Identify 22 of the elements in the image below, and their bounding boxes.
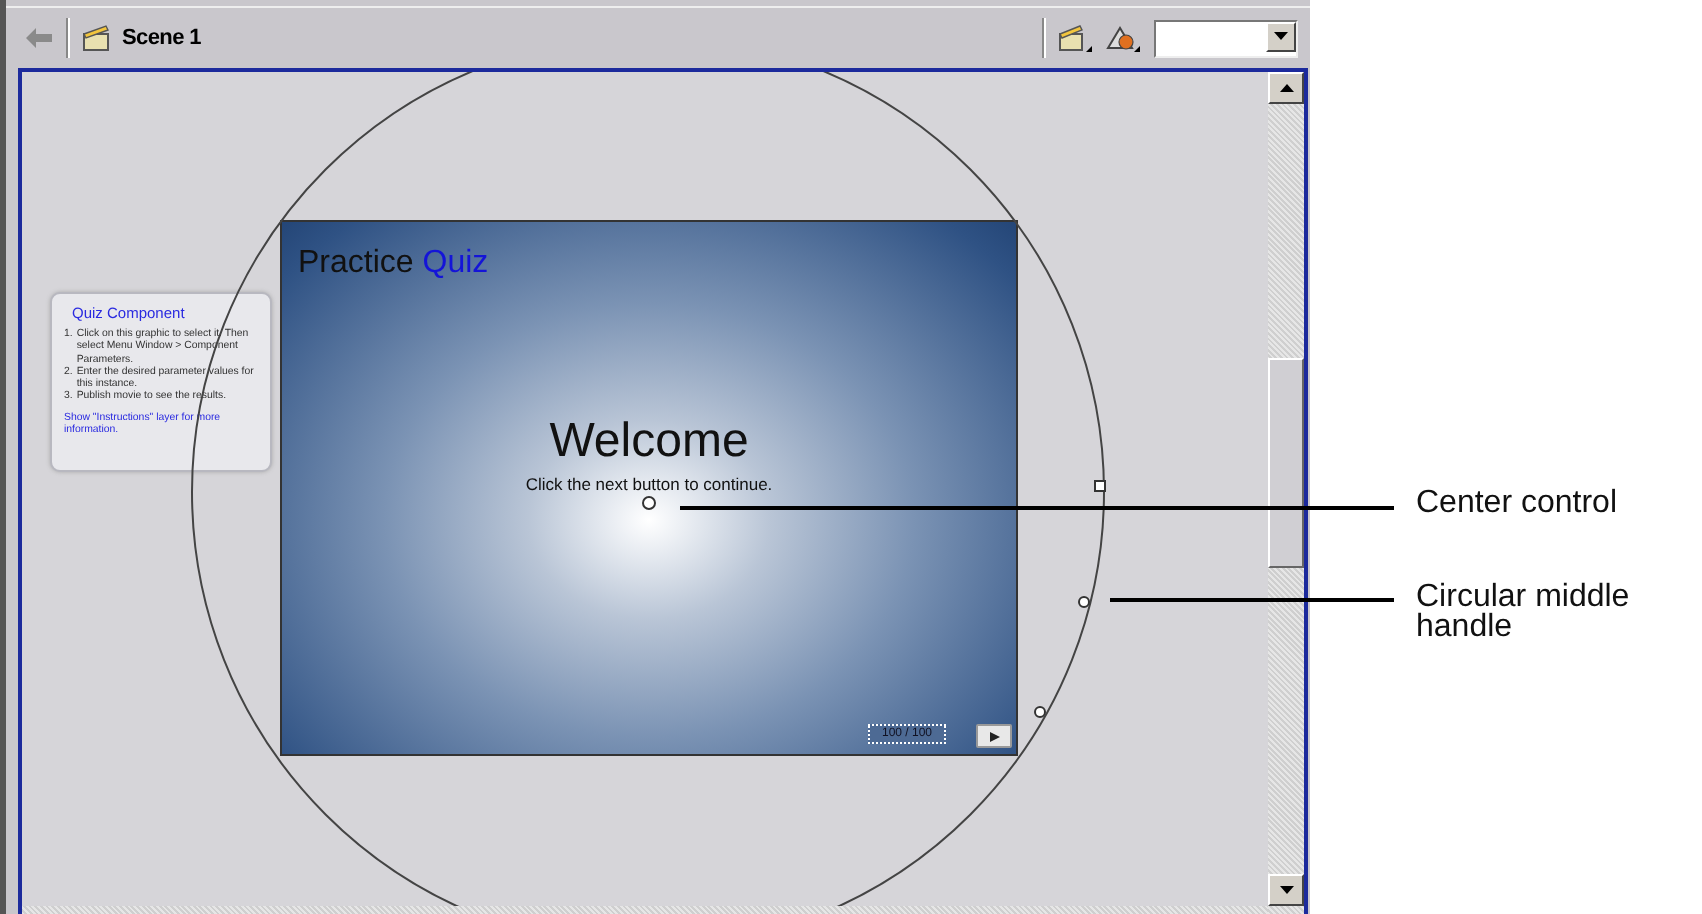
down-arrow-icon [1279,886,1293,894]
slide-title: Practice Quiz [298,246,489,282]
edit-symbol-icon[interactable] [1106,22,1142,54]
scroll-up-button[interactable] [1268,72,1304,104]
up-arrow-icon [1279,84,1293,92]
middle-handle[interactable] [1078,596,1090,608]
welcome-heading: Welcome [547,414,751,470]
slide-subtitle: Click the next button to continue. [525,474,773,494]
square-handle[interactable] [1094,480,1106,492]
quiz-component-panel[interactable] [50,292,272,472]
clapperboard-icon [82,24,110,52]
callout-label: Center control [1416,488,1619,518]
callout-label: Circular middle handle [1416,582,1632,642]
corner-handle[interactable] [1034,706,1046,718]
play-icon [989,731,999,741]
scene-label: Scene 1 [122,26,201,50]
next-button[interactable] [976,724,1012,748]
edit-scene-icon[interactable] [1058,22,1094,54]
scroll-down-button[interactable] [1268,874,1304,906]
zoom-dropdown[interactable] [1154,19,1298,57]
scroll-thumb[interactable] [1268,358,1304,568]
caret-icon [1274,32,1288,40]
